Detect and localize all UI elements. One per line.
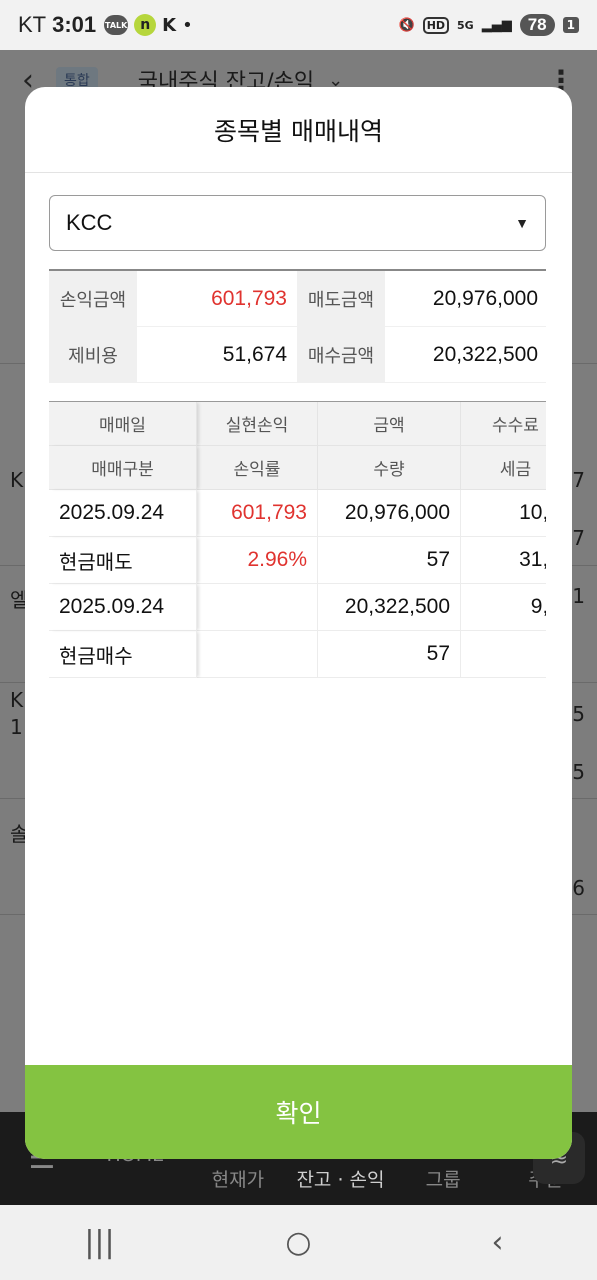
realized-pnl [197,584,318,631]
carrier-label: KT [18,12,47,37]
app-notification-icon: K [162,14,177,36]
background-row-value: 6 [572,876,585,900]
column-header: 실현손익 [197,402,318,446]
trade-fee: 9,9 [461,584,546,631]
trade-amount: 20,322,500 [318,584,461,631]
summary-value: 51,674 [222,342,287,366]
summary-value: 20,976,000 [432,286,538,310]
trades-table[interactable]: 매매일 실현손익 금액 수수료 매매구분 손익률 수량 세금 2025.09.2… [49,401,546,678]
trade-tax [461,631,546,678]
background-row-text: K [10,468,24,492]
pnl-rate [197,631,318,678]
summary-row: 제비용 51,674 매수금액 20,322,500 [49,327,546,383]
battery-icon: 78 [519,14,555,36]
column-header: 손익률 [197,446,318,490]
summary-value: 601,793 [211,286,287,310]
recent-apps-icon[interactable]: ||| [40,1225,160,1260]
dialog-title: 종목별 매매내역 [25,87,572,173]
naver-icon: n [134,14,157,36]
trade-type: 현금매수 [49,631,197,678]
trade-quantity: 57 [318,631,461,678]
background-row-value: 7 [572,468,585,492]
signal-icon: ▂▄▆ [481,17,512,33]
back-icon[interactable]: ‹ [438,1225,558,1260]
hd-voice-icon: HD [422,16,450,34]
more-notifications-dot-icon: • [182,14,193,36]
confirm-button[interactable]: 확인 [25,1065,572,1159]
summary-label: 매도금액 [297,271,385,326]
background-row-value: 7 [572,526,585,550]
background-row-text: 1 [10,715,23,739]
background-row-value: 5 [572,760,585,784]
trade-amount: 20,976,000 [318,490,461,537]
stock-select[interactable]: KCC ▼ [49,195,546,251]
background-row-value: 1 [572,584,585,608]
column-header: 세금 [461,446,546,490]
stock-select-value: KCC [66,210,113,235]
summary-value: 20,322,500 [432,342,538,366]
column-header: 수수료 [461,402,546,446]
column-header: 매매구분 [49,446,197,490]
background-row-text: K [10,688,24,712]
summary-label: 손익금액 [49,271,137,326]
column-header: 금액 [318,402,461,446]
home-icon[interactable]: ○ [239,1225,359,1260]
trade-quantity: 57 [318,537,461,584]
trade-fee: 10,2 [461,490,546,537]
sim-indicator: 1 [562,17,579,33]
realized-pnl: 601,793 [197,490,318,537]
status-bar: KT 3:01 TALK n K • 🔇 HD 5G ▂▄▆ 78 1 [0,0,597,50]
summary-label: 제비용 [49,327,137,382]
network-5g-icon: 5G [457,18,474,32]
column-header: 수량 [318,446,461,490]
trade-date: 2025.09.24 [49,584,197,631]
pnl-rate: 2.96% [197,537,318,584]
dropdown-arrow-icon: ▼ [515,215,529,231]
trade-type: 현금매도 [49,537,197,584]
summary-row: 손익금액 601,793 매도금액 20,976,000 [49,271,546,327]
summary-table: 손익금액 601,793 매도금액 20,976,000 제비용 51,674 … [49,269,546,383]
trade-history-dialog: 종목별 매매내역 KCC ▼ 손익금액 601,793 매도금액 20,976,… [25,87,572,1159]
column-header: 매매일 [49,402,197,446]
summary-label: 매수금액 [297,327,385,382]
trades-grid: 매매일 실현손익 금액 수수료 매매구분 손익률 수량 세금 2025.09.2… [49,402,546,678]
clock: 3:01 [52,12,97,37]
mute-icon: 🔇 [398,17,415,33]
background-row-value: 5 [572,702,585,726]
trade-date: 2025.09.24 [49,490,197,537]
trade-tax: 31,4 [461,537,546,584]
kakaotalk-icon: TALK [104,15,129,35]
system-navigation-bar: ||| ○ ‹ [0,1205,597,1280]
